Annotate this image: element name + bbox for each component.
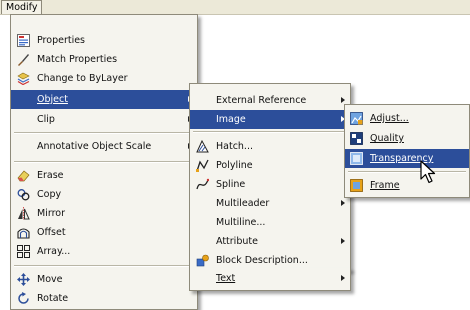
menu-item-array[interactable]: Array... (11, 242, 197, 261)
menu-item-attribute[interactable]: Attribute (190, 232, 350, 251)
image-frame-icon (350, 179, 363, 192)
menu-item-transparency[interactable]: Transparency (345, 149, 469, 168)
image-adjust-icon (350, 112, 363, 125)
menu-item-label: Hatch... (216, 141, 253, 152)
submenu-arrow-icon (341, 238, 345, 244)
menu-item-label: Spline (216, 179, 246, 190)
submenu-arrow-icon (341, 97, 345, 103)
menu-item-label: Annotative Object Scale (37, 141, 152, 152)
menu-item-rotate[interactable]: Rotate (11, 289, 197, 308)
menu-item-quality[interactable]: Quality (345, 129, 469, 148)
menu-item-hatch[interactable]: Hatch... (190, 137, 350, 156)
menu-item-label: Quality (370, 133, 404, 144)
spline-icon (196, 178, 209, 190)
change-to-bylayer-icon (17, 72, 30, 85)
mouse-cursor-icon (420, 160, 436, 184)
menu-item-erase[interactable]: Erase (11, 166, 197, 185)
menu-item-image[interactable]: Image (190, 110, 350, 129)
menu-item-label: Multileader (216, 198, 270, 209)
menu-item-label: Multiline... (216, 217, 266, 228)
menu-separator (193, 131, 347, 133)
menu-item-text-row[interactable]: Text (190, 269, 350, 288)
menu-separator (14, 161, 194, 163)
menu-item-label: Properties (37, 35, 86, 46)
match-properties-brush-icon (18, 54, 29, 66)
menu-item-label: Object (37, 94, 68, 105)
menu-item-properties[interactable]: Properties (11, 31, 197, 50)
menu-separator (348, 171, 466, 173)
menu-item-label: Offset (37, 227, 66, 238)
menu-item-label: Clip (37, 114, 55, 125)
menu-item-frame[interactable]: Frame (345, 176, 469, 195)
menu-separator (14, 132, 194, 134)
menu-item-spline[interactable]: Spline (190, 175, 350, 194)
menu-item-annotative-object-scale[interactable]: Annotative Object Scale (11, 137, 197, 156)
menu-item-change-to-bylayer[interactable]: Change to ByLayer (11, 69, 197, 88)
modify-menu: Properties Match Properties Change to By… (10, 14, 198, 310)
menu-item-match-properties[interactable]: Match Properties (11, 50, 197, 69)
menu-item-label: Attribute (216, 236, 258, 247)
menu-item-label: Match Properties (37, 54, 118, 65)
object-submenu-tail: Text (189, 268, 351, 291)
menu-item-clip[interactable]: Clip (11, 110, 197, 129)
menu-item-mirror[interactable]: Mirror (11, 204, 197, 223)
menu-item-multileader[interactable]: Multileader (190, 194, 350, 213)
menu-item-label: Image (216, 114, 246, 125)
menu-bar: Modify (0, 0, 470, 15)
menu-item-adjust[interactable]: Adjust... (345, 109, 469, 128)
image-submenu: Adjust... Quality Transparency Frame (344, 104, 470, 198)
move-icon (17, 273, 30, 286)
menu-item-polyline[interactable]: Polyline (190, 156, 350, 175)
menu-item-label: Array... (37, 246, 71, 257)
menu-item-offset[interactable]: Offset (11, 223, 197, 242)
block-description-icon (196, 254, 209, 267)
menu-item-label: Text (216, 273, 236, 284)
properties-icon (17, 34, 30, 47)
menu-item-label: Adjust... (370, 113, 409, 124)
copy-icon (17, 189, 30, 201)
offset-icon (17, 228, 30, 239)
menu-item-label: Copy (37, 189, 62, 200)
object-submenu: External Reference Image Hatch... Polyli… (189, 83, 351, 271)
array-icon (17, 245, 30, 258)
mirror-icon (18, 207, 30, 220)
menu-item-move[interactable]: Move (11, 270, 197, 289)
menu-item-external-reference[interactable]: External Reference (190, 91, 350, 110)
menu-item-label: Mirror (37, 208, 65, 219)
menu-item-object[interactable]: Object (11, 90, 197, 109)
eraser-icon (17, 170, 30, 182)
menu-item-label: Move (37, 274, 63, 285)
image-transparency-icon (350, 152, 363, 165)
menu-item-label: External Reference (216, 95, 307, 106)
polyline-icon (196, 159, 209, 172)
menu-item-label: Change to ByLayer (37, 73, 128, 84)
menu-item-label: Erase (37, 170, 64, 181)
rotate-icon (18, 292, 29, 304)
menu-item-multiline[interactable]: Multiline... (190, 213, 350, 232)
image-quality-icon (350, 132, 363, 145)
menu-item-copy[interactable]: Copy (11, 185, 197, 204)
menu-item-label: Frame (370, 180, 400, 191)
menu-separator (14, 265, 194, 267)
submenu-arrow-icon (341, 200, 345, 206)
menu-item-label: Polyline (216, 160, 253, 171)
modify-menu-title[interactable]: Modify (1, 0, 43, 14)
hatch-icon (196, 140, 209, 153)
menu-item-label: Rotate (37, 293, 69, 304)
submenu-arrow-icon (341, 275, 345, 281)
